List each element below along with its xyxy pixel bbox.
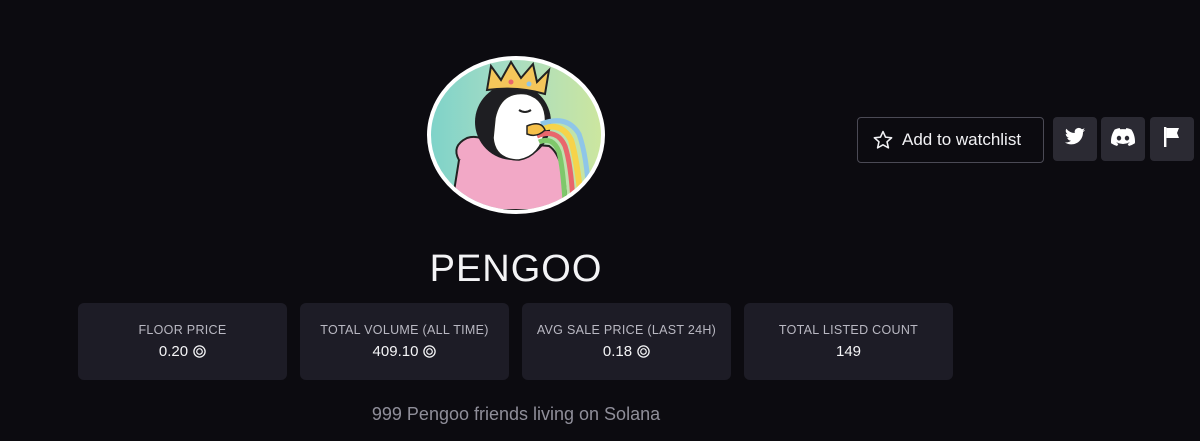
stat-label: TOTAL VOLUME (ALL TIME) — [320, 323, 489, 337]
collection-page: PENGOO Add to watchlist FLOOR PRICE 0.20… — [0, 0, 1200, 441]
discord-icon — [1111, 127, 1136, 151]
flag-icon — [1162, 126, 1182, 153]
sol-icon — [423, 345, 437, 358]
stat-value-text: 0.20 — [158, 343, 189, 360]
collection-description: 999 Pengoo friends living on Solana — [371, 404, 661, 424]
discord-button[interactable] — [1101, 117, 1145, 161]
stat-card-total-listed-count: TOTAL LISTED COUNT 149 — [744, 303, 953, 380]
collection-title: PENGOO — [429, 248, 603, 290]
stat-value: 149 — [744, 343, 953, 360]
stat-card-total-volume: TOTAL VOLUME (ALL TIME) 409.10 — [300, 303, 509, 380]
sol-icon — [637, 345, 650, 358]
twitter-icon — [1064, 127, 1086, 152]
penguin-king-image — [449, 60, 592, 210]
collection-avatar — [427, 56, 605, 214]
twitter-button[interactable] — [1053, 117, 1097, 161]
stat-value-text: 409.10 — [372, 343, 419, 360]
stat-label: AVG SALE PRICE (LAST 24H) — [536, 323, 717, 337]
add-to-watchlist-button[interactable]: Add to watchlist — [857, 117, 1044, 163]
stat-value: 409.10 — [300, 343, 509, 360]
stat-value-text: 149 — [835, 343, 862, 360]
report-button[interactable] — [1150, 117, 1194, 161]
star-icon — [872, 129, 894, 151]
stat-card-floor-price: FLOOR PRICE 0.20 — [78, 303, 287, 380]
stat-card-avg-sale-price: AVG SALE PRICE (LAST 24H) 0.18 — [522, 303, 731, 380]
stat-value: 0.18 — [522, 343, 731, 360]
sol-icon — [193, 345, 206, 358]
stat-label: FLOOR PRICE — [138, 323, 227, 337]
watchlist-label: Add to watchlist — [902, 130, 1022, 149]
stat-label: TOTAL LISTED COUNT — [778, 323, 919, 337]
stat-value-text: 0.18 — [602, 343, 633, 360]
stat-value: 0.20 — [78, 343, 287, 360]
